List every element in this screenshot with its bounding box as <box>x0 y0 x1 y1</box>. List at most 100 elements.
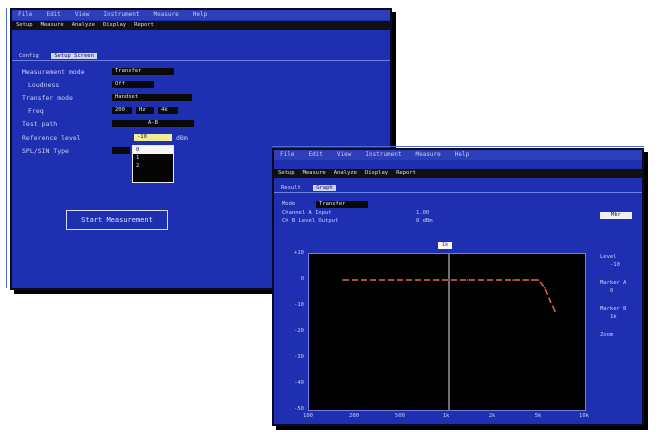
data-point <box>480 279 482 281</box>
info-mode-label: Mode <box>282 201 296 207</box>
result-toolbar-item-3[interactable]: Display <box>365 170 388 176</box>
dropdown-option[interactable]: 2 <box>133 162 173 170</box>
setup-menu-item-4[interactable]: Measure <box>153 11 178 18</box>
reference-level-field[interactable]: -10 <box>134 134 172 141</box>
spl-sin-type-dropdown[interactable]: 0 1 2 <box>132 145 174 183</box>
setup-menu-item-1[interactable]: Edit <box>46 11 60 18</box>
side-item-level[interactable]: Level <box>600 254 617 260</box>
data-point <box>512 279 514 281</box>
result-toolbar-item-0[interactable]: Setup <box>278 170 295 176</box>
data-point <box>448 279 450 281</box>
cursor-readout: 1k <box>438 242 452 249</box>
setup-toolbar-item-2[interactable]: Analyze <box>72 22 95 28</box>
freq-stop-field[interactable]: 4k <box>158 107 178 114</box>
setup-toolbar-item-0[interactable]: Setup <box>16 22 33 28</box>
y-tick-label: -30 <box>294 354 304 360</box>
tab-setup-screen[interactable]: Setup Screen <box>51 53 97 59</box>
y-tick-label: -10 <box>294 302 304 308</box>
x-tick-label: 1k <box>442 413 450 419</box>
result-menu-item-5[interactable]: Help <box>455 151 469 158</box>
tab-result[interactable]: Result <box>278 185 304 191</box>
side-item-zoom[interactable]: Zoom <box>600 332 613 338</box>
data-point <box>392 279 395 281</box>
start-measurement-button[interactable]: Start Measurement <box>66 210 168 230</box>
result-toolbar-item-2[interactable]: Analyze <box>334 170 357 176</box>
info-row2-value: 1.00 <box>416 210 430 216</box>
data-point <box>466 279 469 281</box>
data-point <box>498 279 501 281</box>
freq-label: Freq <box>28 107 44 115</box>
result-menu-item-4[interactable]: Measure <box>415 151 440 158</box>
result-menu-item-2[interactable]: View <box>337 151 351 158</box>
y-tick-label: 0 <box>300 276 304 282</box>
y-tick-label: -20 <box>294 328 304 334</box>
result-window-edge <box>272 146 644 147</box>
loudness-field[interactable]: Off <box>112 81 154 88</box>
side-item-marker-a[interactable]: Marker A <box>600 280 627 286</box>
data-point <box>416 279 418 281</box>
setup-toolbar-item-4[interactable]: Report <box>134 22 154 28</box>
x-tick-label: 100 <box>303 413 313 419</box>
side-value-level: -10 <box>610 262 620 268</box>
side-value-marker-a: 0 <box>610 288 614 294</box>
test-path-label: Test path <box>22 120 58 128</box>
info-mode-value: Transfer <box>316 201 368 208</box>
x-tick-label: 200 <box>349 413 359 419</box>
data-point <box>437 279 440 281</box>
data-point <box>530 279 533 281</box>
x-tick-label: 500 <box>395 413 405 419</box>
freq-unit-field[interactable]: Hz <box>136 107 154 114</box>
result-tabstrip: Result Graph <box>274 184 642 193</box>
x-tick-label: 2k <box>488 413 496 419</box>
data-point <box>360 279 363 281</box>
data-point <box>342 279 344 281</box>
info-row3-value: 0 dBm <box>416 218 433 224</box>
result-toolbar-item-4[interactable]: Report <box>396 170 416 176</box>
transfer-mode-field[interactable]: Handset <box>112 94 192 101</box>
dropdown-option[interactable]: 0 <box>133 146 173 154</box>
setup-toolbar-item-3[interactable]: Display <box>103 22 126 28</box>
reference-level-unit: dBm <box>176 134 188 142</box>
result-menu-item-1[interactable]: Edit <box>308 151 322 158</box>
spl-sin-type-label: SPL/SIN Type <box>22 147 69 155</box>
data-point <box>522 279 524 281</box>
info-row3-label: Ch B Level Output <box>282 218 339 224</box>
setup-menu-item-2[interactable]: View <box>75 11 89 18</box>
measurement-mode-label: Measurement mode <box>22 68 85 76</box>
setup-toolbar: Setup Measure Analyze Display Report <box>12 21 390 30</box>
result-menubar: File Edit View Instrument Measure Help <box>274 150 642 160</box>
side-mkr-select[interactable]: Mkr <box>600 212 632 219</box>
result-menu-item-0[interactable]: File <box>280 151 294 158</box>
side-value-marker-b: 1k <box>610 314 617 320</box>
y-tick-label: -40 <box>294 380 304 386</box>
side-item-marker-b[interactable]: Marker B <box>600 306 627 312</box>
data-point <box>543 287 546 289</box>
measurement-mode-field[interactable]: Transfer <box>112 68 174 75</box>
tab-graph[interactable]: Graph <box>313 185 336 191</box>
setup-toolbar-item-1[interactable]: Measure <box>41 22 64 28</box>
result-window: File Edit View Instrument Measure Help Setup M… <box>272 148 644 426</box>
data-point <box>549 300 551 302</box>
setup-menu-item-5[interactable]: Help <box>193 11 207 18</box>
setup-tabstrip: Config Setup Screen <box>12 52 390 61</box>
setup-window-edge <box>6 8 7 288</box>
y-tick-label: +10 <box>294 250 304 256</box>
spl-sin-type-field[interactable] <box>112 147 130 154</box>
transfer-mode-label: Transfer mode <box>22 94 73 102</box>
result-toolbar-item-1[interactable]: Measure <box>303 170 326 176</box>
dropdown-option[interactable]: 1 <box>133 154 173 162</box>
data-point <box>554 310 556 312</box>
y-tick-label: -50 <box>294 406 304 412</box>
result-menu-item-3[interactable]: Instrument <box>365 151 401 158</box>
setup-menu-item-0[interactable]: File <box>18 11 32 18</box>
loudness-label: Loudness <box>28 81 60 89</box>
tab-config[interactable]: Config <box>16 53 42 59</box>
graph-svg <box>342 254 556 410</box>
x-tick-label: 10k <box>579 413 589 419</box>
graph-plot-area[interactable] <box>308 253 586 411</box>
test-path-field[interactable]: A-B <box>112 120 194 127</box>
reference-level-label: Reference level <box>22 134 81 142</box>
setup-menu-item-3[interactable]: Instrument <box>103 11 139 18</box>
data-point <box>374 279 376 281</box>
freq-start-field[interactable]: 200 <box>112 107 132 114</box>
